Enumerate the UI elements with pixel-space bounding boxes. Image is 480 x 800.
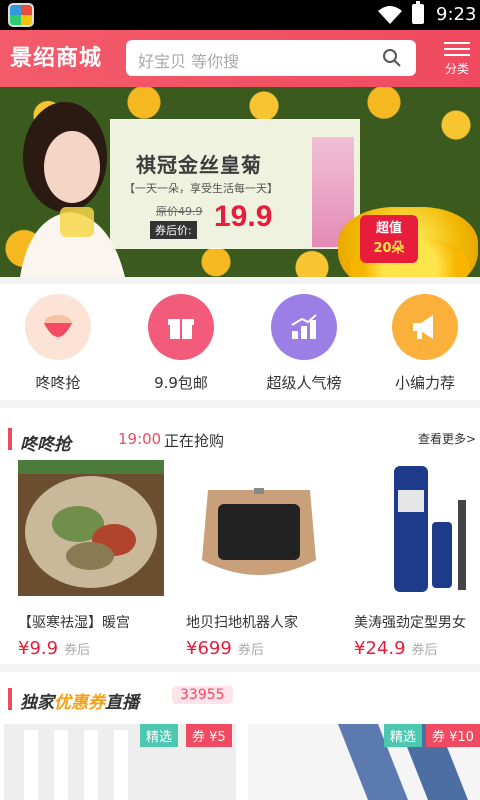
menu-icon <box>444 40 470 58</box>
coupon-live-section: 独家优惠券直播 33955 精选 券 ¥5 精选 券 ¥10 <box>0 672 480 800</box>
category-label: 咚咚抢 <box>35 374 81 392</box>
product-name: 美涛强劲定型男女 <box>354 615 466 631</box>
herbal-pack-image <box>18 460 164 596</box>
status-bar: 9:23 <box>0 0 480 30</box>
category-item-editor-pick[interactable]: 小编力荐 <box>370 294 480 394</box>
app-icon <box>8 3 34 27</box>
coupon-product-card[interactable]: 精选 券 ¥10 <box>248 724 480 800</box>
banner-subtitle: 【一天一朵，享受生活每一天】 <box>124 182 278 195</box>
featured-tag: 精选 <box>140 724 179 747</box>
category-item-dongdongqiang[interactable]: 咚咚抢 <box>3 294 113 394</box>
coupon-tag: 券 ¥5 <box>186 724 232 747</box>
product-price: ¥24.9 券后 <box>354 638 438 659</box>
product-price: ¥699 券后 <box>186 638 264 659</box>
coupon-count-badge: 33955 <box>172 686 233 704</box>
gift-icon <box>148 294 214 360</box>
banner-after-coupon-label: 券后价: <box>150 221 197 239</box>
app-logo: 景绍商城 <box>10 46 103 71</box>
featured-tag: 精选 <box>384 724 423 747</box>
search-input[interactable]: 好宝贝 等你搜 <box>126 40 416 76</box>
chart-up-icon <box>271 294 337 360</box>
battery-icon <box>412 1 424 24</box>
product-price: ¥9.9 券后 <box>18 638 91 659</box>
banner-value-tag: 超值 20朵 <box>360 215 418 263</box>
category-menu-label: 分类 <box>444 62 469 76</box>
category-item-popular[interactable]: 超级人气榜 <box>249 294 359 394</box>
search-placeholder: 好宝贝 等你搜 <box>138 52 240 71</box>
flash-sale-status: 正在抢购 <box>164 432 225 450</box>
search-icon[interactable] <box>382 48 402 68</box>
megaphone-icon <box>392 294 458 360</box>
robot-vacuum-image <box>186 460 332 596</box>
category-item-9-9[interactable]: 9.9包邮 <box>126 294 236 394</box>
coupon-live-title: 独家优惠券直播 <box>20 693 139 713</box>
status-time: 9:23 <box>436 4 477 25</box>
category-label: 超级人气榜 <box>266 374 342 392</box>
banner-original-price: 原价49.9 <box>156 205 203 218</box>
coupon-product-card[interactable]: 精选 券 ¥5 <box>4 724 236 800</box>
banner-price: 19.9 <box>214 200 273 233</box>
product-card[interactable]: 美涛强劲定型男女 ¥24.9 券后 <box>354 460 480 659</box>
promo-banner[interactable]: 祺冠金丝皇菊 【一天一朵，享受生活每一天】 原价49.9 券后价: 19.9 超… <box>0 87 480 277</box>
woman-with-tea-image <box>20 102 125 277</box>
section-accent-bar <box>8 688 12 710</box>
flash-sale-title: 咚咚抢 <box>20 435 71 455</box>
wifi-icon <box>378 6 402 24</box>
category-label: 小编力荐 <box>394 374 455 392</box>
product-name: 地贝扫地机器人家 <box>186 615 298 631</box>
section-accent-bar <box>8 428 12 450</box>
category-label: 9.9包邮 <box>154 374 208 392</box>
banner-title: 祺冠金丝皇菊 <box>136 153 262 177</box>
category-icons: 咚咚抢 9.9包邮 超级人气榜 小编力荐 <box>0 284 480 400</box>
category-menu-button[interactable]: 分类 <box>440 40 474 80</box>
product-card[interactable]: 地贝扫地机器人家 ¥699 券后 <box>186 460 336 659</box>
product-name: 【驱寒祛湿】暖宫 <box>18 615 130 631</box>
coupon-tag: 券 ¥10 <box>426 724 480 747</box>
product-card[interactable]: 【驱寒祛湿】暖宫 ¥9.9 券后 <box>18 460 168 659</box>
flash-sale-time: 19:00 <box>118 430 162 448</box>
view-more-link[interactable]: 查看更多> <box>418 430 476 447</box>
flash-sale-section: 咚咚抢 19:00 正在抢购 查看更多> 【驱寒祛湿】暖宫 ¥9.9 券后 地贝扫… <box>0 408 480 664</box>
hair-spray-image <box>354 460 480 596</box>
header: 景绍商城 好宝贝 等你搜 分类 <box>0 30 480 87</box>
drum-icon <box>25 294 91 360</box>
